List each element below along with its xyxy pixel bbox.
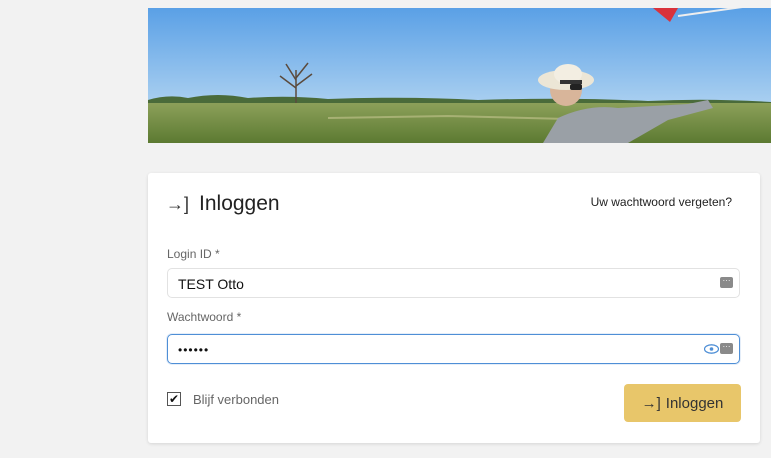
login-id-value: TEST Otto	[178, 276, 244, 292]
forgot-password-link[interactable]: Uw wachtwoord vergeten?	[591, 195, 732, 209]
password-manager-icon[interactable]: ···	[720, 343, 733, 354]
password-label: Wachtwoord *	[167, 310, 242, 324]
login-title: Inloggen	[199, 192, 280, 215]
password-manager-icon[interactable]: ···	[720, 277, 733, 288]
password-value: ••••••	[178, 343, 210, 357]
remember-me-checkbox[interactable]: ✔	[167, 392, 181, 406]
login-id-input[interactable]: TEST Otto ···	[167, 268, 740, 298]
login-button-icon: →]	[641, 394, 661, 412]
login-arrow-icon: →]	[166, 193, 190, 214]
password-input[interactable]: •••••• ···	[167, 334, 740, 364]
header-banner-image	[148, 8, 771, 143]
show-password-eye-icon[interactable]	[704, 344, 719, 354]
login-id-label: Login ID *	[167, 247, 220, 261]
login-card: →] Inloggen Uw wachtwoord vergeten? Logi…	[148, 173, 760, 443]
remember-me-label: Blijf verbonden	[193, 392, 279, 407]
login-button-label: Inloggen	[665, 394, 724, 412]
login-heading: →] Inloggen	[166, 190, 280, 218]
login-submit-button[interactable]: →] Inloggen	[624, 384, 741, 422]
